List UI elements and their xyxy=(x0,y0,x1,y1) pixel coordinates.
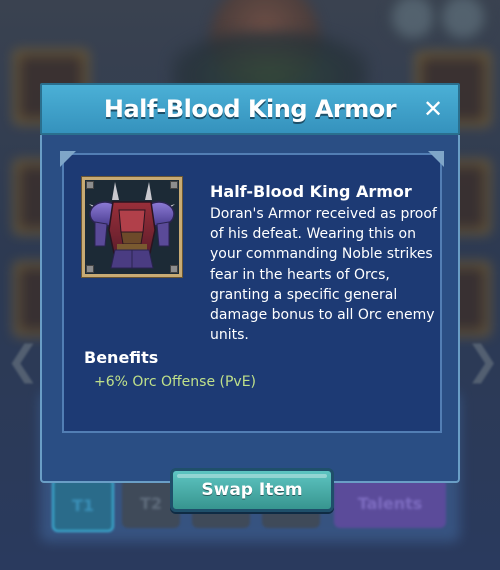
dialog-body: Half-Blood King Armor Doran's Armor rece… xyxy=(40,135,460,512)
button-highlight xyxy=(177,474,327,478)
top-menu-icon xyxy=(438,0,488,42)
close-icon[interactable]: ✕ xyxy=(418,94,448,124)
item-dialog: Half-Blood King Armor ✕ Half-Blood King … xyxy=(40,83,460,512)
tab-talents: Talents xyxy=(334,478,446,528)
item-name: Half-Blood King Armor xyxy=(210,182,412,201)
panel-corner xyxy=(60,151,76,167)
benefit-item: +6% Orc Offense (PvE) xyxy=(94,374,257,390)
dialog-title: Half-Blood King Armor xyxy=(103,95,397,123)
item-description: Doran's Armor received as proof of his d… xyxy=(210,206,437,344)
tab-t1: T1 xyxy=(52,478,114,532)
swap-item-label: Swap Item xyxy=(201,480,303,500)
dialog-title-bar: Half-Blood King Armor ✕ xyxy=(40,83,460,135)
item-info-panel: Half-Blood King Armor Doran's Armor rece… xyxy=(60,151,444,433)
swap-item-button[interactable]: Swap Item xyxy=(170,468,334,512)
top-menu-icon xyxy=(388,0,438,42)
armor-icon xyxy=(89,182,175,269)
chevron-left-icon: ❮ xyxy=(6,338,40,384)
item-image-frame xyxy=(81,176,183,278)
panel-corner xyxy=(428,151,444,167)
chevron-right-icon: ❯ xyxy=(466,338,500,384)
benefits-heading: Benefits xyxy=(84,348,159,367)
